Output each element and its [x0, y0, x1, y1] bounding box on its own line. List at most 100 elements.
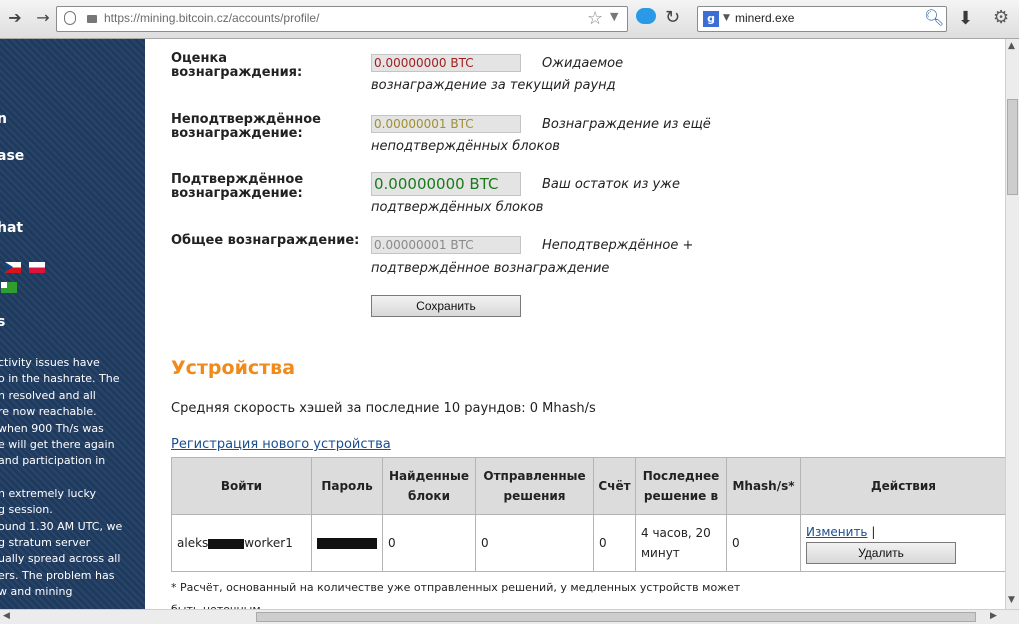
header-line: блоки — [408, 489, 450, 503]
confirmed-reward-desc-2: подтверждённых блоков — [371, 200, 544, 215]
horizontal-scroll-thumb[interactable] — [256, 612, 976, 622]
footnote-line: быть неточным. — [171, 599, 740, 609]
url-text[interactable]: https://mining.bitcoin.cz/accounts/profi… — [104, 11, 319, 25]
news-line — [0, 470, 122, 486]
average-hashrate-text: Средняя скорость хэшей за последние 10 р… — [171, 401, 596, 416]
save-button[interactable]: Сохранить — [371, 295, 521, 317]
news-line: ound 1.30 AM UTC, we — [0, 519, 123, 533]
news-line: re now reachable. — [0, 405, 97, 419]
confirmed-reward-desc: Ваш остаток из уже — [542, 177, 680, 192]
main-content: Оценка вознаграждения: 0.00000000 BTC Ож… — [145, 39, 1005, 609]
scroll-down-icon[interactable]: ▼ — [1008, 595, 1015, 605]
estimated-reward-desc: Ожидаемое — [542, 56, 624, 71]
cell-score: 0 — [593, 514, 636, 572]
unconfirmed-reward-label: Неподтверждённое вознаграждение: — [171, 113, 321, 141]
cell-blocks: 0 — [382, 514, 476, 572]
column-header-blocks: Найденные блоки — [382, 457, 476, 515]
header-line: Найденные — [389, 469, 469, 483]
flag-poland-icon[interactable] — [29, 262, 45, 273]
login-prefix: aleks — [177, 536, 209, 550]
column-header-actions: Действия — [800, 457, 1005, 515]
total-reward-desc-2: подтверждённое вознаграждение — [371, 261, 610, 276]
gear-icon[interactable]: ⚙ — [993, 7, 1009, 28]
horizontal-scrollbar[interactable]: ◀ ▶ — [0, 609, 1019, 624]
news-line: ers. The problem has — [0, 568, 115, 582]
redaction-mark — [317, 538, 377, 549]
vertical-scrollbar[interactable]: ▲ ▼ — [1005, 39, 1019, 609]
label-line: вознаграждение: — [171, 126, 303, 141]
devices-heading: Устройства — [171, 357, 296, 379]
sidebar-link[interactable]: hat — [0, 220, 23, 236]
label-line: вознаграждение: — [171, 186, 303, 201]
cell-actions: Изменить | Удалить — [800, 514, 1005, 572]
vertical-scroll-thumb[interactable] — [1007, 99, 1018, 195]
delete-device-button[interactable]: Удалить — [806, 542, 956, 564]
column-header-last-share: Последнее решение в — [635, 457, 727, 515]
total-reward-field: 0.00000001 BTC — [371, 236, 521, 254]
label-line: вознаграждения: — [171, 65, 303, 80]
download-icon[interactable]: ⬇ — [958, 8, 973, 29]
scroll-left-icon[interactable]: ◀ — [3, 611, 10, 621]
news-line: w and mining — [0, 585, 73, 599]
news-line: n extremely lucky — [0, 486, 97, 500]
news-line: ctivity issues have — [0, 356, 100, 369]
total-reward-desc: Неподтверждённое + — [542, 238, 694, 253]
chevron-down-icon[interactable]: ▼ — [610, 10, 618, 23]
register-device-link[interactable]: Регистрация нового устройства — [171, 437, 391, 452]
flag-esperanto-icon[interactable] — [1, 282, 17, 293]
news-line: e will get there again — [0, 438, 115, 452]
reload-icon[interactable]: ↻ — [665, 7, 680, 28]
sidebar-link[interactable]: s — [0, 314, 5, 330]
news-line: ually spread across all — [0, 552, 121, 566]
google-icon[interactable]: g — [703, 11, 719, 27]
column-header-login: Войти — [171, 457, 312, 515]
devices-table: Войти Пароль Найденные блоки Отправленны… — [171, 457, 1005, 572]
news-line: n resolved and all — [0, 388, 96, 402]
news-line: g stratum server — [0, 536, 91, 550]
speech-bubble-icon[interactable] — [636, 8, 656, 24]
news-line: when 900 Th/s was — [0, 421, 104, 435]
address-bar[interactable]: https://mining.bitcoin.cz/accounts/profi… — [56, 6, 628, 32]
column-header-mhash: Mhash/s* — [726, 457, 801, 515]
bookmark-star-icon[interactable]: ☆ — [587, 8, 603, 29]
label-line: Подтверждённое — [171, 172, 304, 187]
column-header-password: Пароль — [311, 457, 383, 515]
scroll-right-icon[interactable]: ▶ — [990, 611, 997, 621]
scroll-up-icon[interactable]: ▲ — [1008, 41, 1015, 51]
login-suffix: worker1 — [244, 536, 293, 550]
search-icon[interactable]: 🔍︎ — [924, 8, 944, 27]
actions-separator: | — [871, 525, 876, 539]
news-line: o in the hashrate. The — [0, 372, 120, 386]
estimated-reward-label: Оценка вознаграждения: — [171, 52, 302, 80]
sidebar-link[interactable]: n — [0, 111, 7, 127]
search-input[interactable]: minerd.exe — [735, 11, 794, 25]
lock-icon — [87, 15, 97, 23]
table-row: aleks worker1 0 0 0 4 часов, 20 минут 0 И… — [171, 514, 1005, 572]
sidebar-link[interactable]: ase — [0, 148, 24, 164]
forward-arrow-icon[interactable]: → — [34, 8, 52, 28]
sidebar: n ase hat s ctivity issues have o in the… — [0, 39, 145, 609]
chevron-down-icon[interactable]: ▼ — [723, 13, 730, 23]
browser-toolbar: ➔ → https://mining.bitcoin.cz/accounts/p… — [0, 0, 1019, 39]
table-header-row: Войти Пароль Найденные блоки Отправленны… — [171, 457, 1005, 515]
column-header-shares: Отправленные решения — [475, 457, 594, 515]
header-line: решение в — [643, 489, 719, 503]
last-share-line: 4 часов, 20 — [641, 526, 711, 540]
redaction-mark — [208, 538, 245, 549]
news-line: g session. — [0, 503, 53, 517]
footnote-line: * Расчёт, основанный на количестве уже о… — [171, 581, 741, 594]
cell-mhash: 0 — [726, 514, 801, 572]
back-arrow-icon[interactable]: ➔ — [6, 8, 24, 28]
unconfirmed-reward-field: 0.00000001 BTC — [371, 115, 521, 133]
header-line: Последнее — [642, 469, 720, 483]
info-shield-icon[interactable] — [64, 11, 76, 25]
news-line: and participation in — [0, 454, 106, 468]
confirmed-reward-label: Подтверждённое вознаграждение: — [171, 173, 303, 201]
header-line: решения — [503, 489, 566, 503]
edit-device-link[interactable]: Изменить — [806, 525, 868, 539]
estimated-reward-field: 0.00000000 BTC — [371, 54, 521, 72]
search-bar[interactable]: g ▼ minerd.exe 🔍︎ — [697, 6, 947, 32]
cell-password — [311, 514, 383, 572]
label-line: Неподтверждённое — [171, 112, 321, 127]
flag-czech-icon[interactable] — [5, 262, 21, 273]
